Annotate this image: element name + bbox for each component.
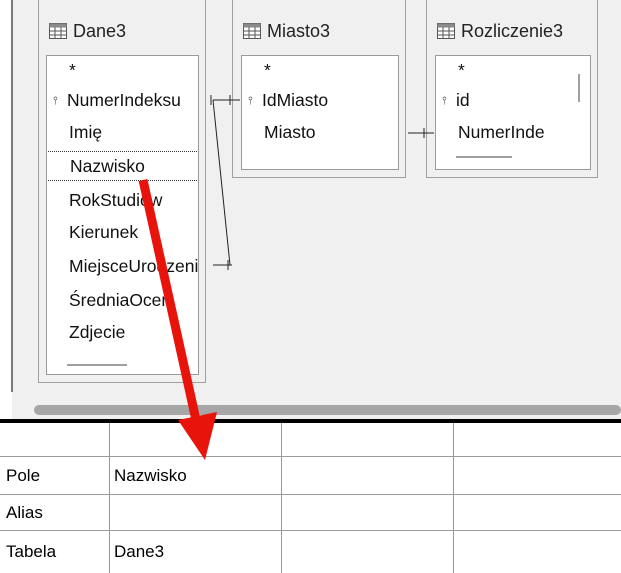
query-criteria-grid[interactable]: Pole Nazwisko Alias Tabela Dane3: [0, 423, 621, 573]
horizontal-scrollbar-thumb[interactable]: [34, 405, 621, 415]
column-header[interactable]: [282, 423, 454, 456]
row-label-alias: Alias: [0, 495, 110, 530]
row-label-pole: Pole: [0, 457, 110, 494]
row-label-tabela: Tabela: [0, 531, 110, 573]
column-header[interactable]: [454, 423, 621, 456]
grid-row-alias: Alias: [0, 495, 621, 531]
cell-tabela-2[interactable]: [282, 531, 454, 573]
row-header-corner: [0, 423, 110, 456]
column-header[interactable]: [110, 423, 282, 456]
cell-pole-1[interactable]: Nazwisko: [110, 457, 282, 494]
grid-row-tabela: Tabela Dane3: [0, 531, 621, 573]
cell-pole-3[interactable]: [454, 457, 621, 494]
cell-alias-2[interactable]: [282, 495, 454, 530]
cell-alias-1[interactable]: [110, 495, 282, 530]
relation-lines: [210, 95, 434, 270]
grid-row-pole: Pole Nazwisko: [0, 457, 621, 495]
cell-alias-3[interactable]: [454, 495, 621, 530]
cell-tabela-3[interactable]: [454, 531, 621, 573]
cell-pole-2[interactable]: [282, 457, 454, 494]
cell-tabela-1[interactable]: Dane3: [110, 531, 282, 573]
grid-header-row: [0, 423, 621, 457]
query-design-pane[interactable]: Dane3 * ⫯ NumerIndeksu Imię Nazwisko RokS…: [0, 0, 621, 420]
